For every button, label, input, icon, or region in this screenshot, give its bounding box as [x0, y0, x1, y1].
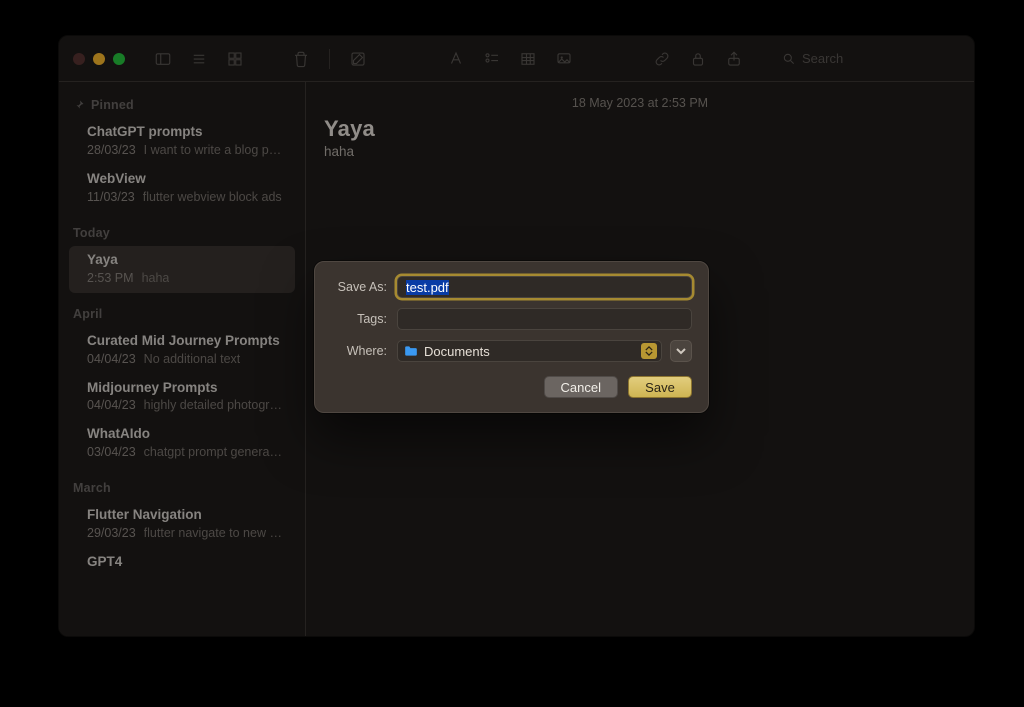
- cancel-button[interactable]: Cancel: [544, 376, 618, 398]
- folder-icon: [404, 345, 418, 357]
- updown-arrows-icon: [641, 343, 657, 359]
- tags-input[interactable]: [397, 308, 692, 330]
- tags-label: Tags:: [331, 312, 387, 326]
- where-label: Where:: [331, 344, 387, 358]
- where-value: Documents: [424, 344, 490, 359]
- save-sheet: Save As: Tags: Where: Documents: [314, 261, 709, 413]
- expand-button[interactable]: [670, 340, 692, 362]
- where-select[interactable]: Documents: [397, 340, 662, 362]
- save-button[interactable]: Save: [628, 376, 692, 398]
- save-as-input[interactable]: [397, 276, 692, 298]
- save-as-label: Save As:: [331, 280, 387, 294]
